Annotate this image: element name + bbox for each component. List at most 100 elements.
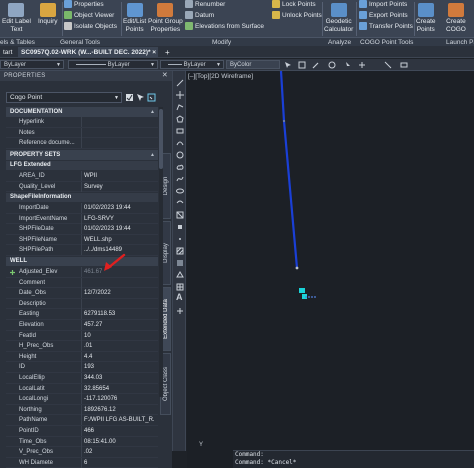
- line-tool-icon[interactable]: [176, 79, 184, 87]
- property-row[interactable]: ImportEventName LFG-SRVY: [6, 213, 158, 225]
- multiline-text-icon[interactable]: A: [176, 293, 184, 302]
- quick-select-icon[interactable]: [147, 93, 156, 102]
- object-type-dropdown[interactable]: Cogo Point ▼: [6, 92, 122, 103]
- property-value[interactable]: 466: [81, 426, 155, 436]
- property-row[interactable]: SHPFilePath ../../dms14489: [6, 245, 158, 256]
- property-value[interactable]: 6279118.53: [81, 309, 155, 320]
- properties-button[interactable]: Properties: [64, 0, 104, 8]
- property-value[interactable]: [81, 138, 155, 149]
- close-icon[interactable]: ✕: [162, 71, 168, 81]
- renumber-button[interactable]: Renumber: [185, 0, 225, 8]
- select-icon[interactable]: [384, 61, 392, 69]
- property-row[interactable]: FeatId 10: [6, 330, 158, 342]
- elevations-from-surface-button[interactable]: Elevations from Surface: [185, 22, 264, 30]
- edit-icon[interactable]: [312, 61, 320, 69]
- property-value[interactable]: ../../dms14489: [81, 245, 155, 256]
- property-value[interactable]: 4.4: [81, 351, 155, 362]
- property-row[interactable]: Notes: [6, 127, 158, 139]
- inquiry-button[interactable]: Inquiry: [38, 3, 58, 26]
- gradient-tool-icon[interactable]: [176, 259, 184, 267]
- property-row[interactable]: H_Prec_Obs .01: [6, 341, 158, 352]
- property-value[interactable]: 193: [81, 362, 155, 373]
- property-value[interactable]: 12/7/2022: [81, 288, 155, 299]
- property-row[interactable]: WH Diamete 6: [6, 457, 158, 468]
- geodetic-calculator-button[interactable]: Geodetic Calculator: [324, 3, 353, 34]
- export-points-button[interactable]: Export Points: [359, 11, 408, 19]
- property-row[interactable]: PathName F:/WPII LFG AS-BUILT_R...: [6, 415, 158, 426]
- circle-tool-icon[interactable]: [176, 151, 184, 159]
- palette-scrollbar[interactable]: [159, 107, 163, 397]
- revision-cloud-icon[interactable]: [176, 163, 184, 171]
- construction-line-icon[interactable]: [176, 91, 184, 99]
- new-tab-button[interactable]: +: [162, 47, 173, 58]
- property-value[interactable]: 08:15:41.00: [81, 436, 155, 447]
- property-row[interactable]: LocalLongi -117.120076: [6, 394, 158, 405]
- import-points-button[interactable]: Import Points: [359, 0, 407, 8]
- property-row[interactable]: Time_Obs 08:15:41.00: [6, 436, 158, 448]
- layer-icon[interactable]: [328, 61, 336, 69]
- property-value[interactable]: [81, 127, 155, 138]
- table-tool-icon[interactable]: [176, 283, 184, 291]
- palette-title-bar[interactable]: PROPERTIES ✕: [0, 71, 172, 81]
- ellipse-tool-icon[interactable]: [176, 187, 184, 195]
- insert-block-icon[interactable]: [176, 211, 184, 219]
- property-row[interactable]: Height 4.4: [6, 351, 158, 363]
- scrollbar-thumb[interactable]: [159, 109, 163, 169]
- command-line[interactable]: Command: Command: *Cancel*: [233, 450, 474, 468]
- property-row[interactable]: Descriptio: [6, 298, 158, 310]
- arc-tool-icon[interactable]: [176, 139, 184, 147]
- section-documentation[interactable]: DOCUMENTATION ▲: [6, 107, 158, 117]
- property-row[interactable]: Easting 6279118.53: [6, 309, 158, 320]
- property-row[interactable]: LocalLatit 32.85654: [6, 383, 158, 395]
- property-row[interactable]: Elevation 457.27: [6, 320, 158, 331]
- property-row[interactable]: SHPFileDate 01/02/2023 19:44: [6, 224, 158, 235]
- property-row[interactable]: Comment: [6, 277, 158, 289]
- unlock-points-button[interactable]: Unlock Points: [272, 11, 322, 19]
- polygon-tool-icon[interactable]: [176, 115, 184, 123]
- cursor-icon[interactable]: [284, 61, 292, 69]
- property-value[interactable]: 32.85654: [81, 383, 155, 394]
- property-value[interactable]: WELL.shp: [81, 234, 155, 245]
- well-polyline[interactable]: [279, 71, 299, 269]
- property-row[interactable]: LocalEllip 344.03: [6, 373, 158, 384]
- section-property-sets[interactable]: PROPERTY SETS ▲: [6, 150, 158, 160]
- property-value[interactable]: WPII: [81, 171, 155, 181]
- property-value[interactable]: .01: [81, 341, 155, 352]
- plot-style-dropdown[interactable]: ByColor: [226, 60, 280, 69]
- property-value[interactable]: [81, 298, 155, 309]
- property-value[interactable]: 461.67: [81, 267, 155, 277]
- property-value[interactable]: 344.03: [81, 373, 155, 383]
- property-value[interactable]: [81, 117, 155, 127]
- rectangle-tool-icon[interactable]: [176, 127, 184, 135]
- cogo-point-marker[interactable]: [299, 288, 305, 293]
- transfer-points-button[interactable]: Transfer Points: [359, 22, 413, 30]
- property-value[interactable]: 01/02/2023 19:44: [81, 224, 155, 235]
- tab-close-icon[interactable]: ×: [152, 47, 156, 58]
- pointer-icon[interactable]: [344, 61, 352, 69]
- lineweight-dropdown[interactable]: ByLayer ▼: [68, 60, 158, 69]
- property-row[interactable]: Northing 1892676.12: [6, 404, 158, 416]
- box-icon[interactable]: [400, 61, 408, 69]
- property-value[interactable]: Survey: [81, 181, 155, 192]
- property-value[interactable]: F:/WPII LFG AS-BUILT_R...: [81, 415, 155, 426]
- edit-label-text-button[interactable]: Edit Label Text: [2, 3, 31, 34]
- region-tool-icon[interactable]: [176, 271, 184, 279]
- create-points-button[interactable]: Create Points: [416, 3, 436, 34]
- drawing-canvas[interactable]: [–][Top][2D Wireframe] Y Command: Comman…: [187, 71, 474, 468]
- property-row[interactable]: Hyperlink: [6, 117, 158, 128]
- tab-start[interactable]: tart: [0, 47, 15, 58]
- property-row[interactable]: ID 193: [6, 362, 158, 373]
- select-objects-icon[interactable]: [136, 93, 145, 102]
- layer-dropdown[interactable]: ByLayer ▼: [160, 60, 224, 69]
- property-row[interactable]: ImportDate 01/02/2023 19:44: [6, 203, 158, 214]
- add-selected-icon[interactable]: [176, 307, 184, 315]
- make-block-icon[interactable]: [176, 223, 184, 231]
- lock-points-button[interactable]: Lock Points: [272, 0, 316, 8]
- point-tool-icon[interactable]: [176, 235, 184, 243]
- property-row[interactable]: Adjusted_Elev 461.67: [6, 267, 158, 278]
- property-row[interactable]: PointID 466: [6, 426, 158, 437]
- property-row[interactable]: SHPFileName WELL.shp: [6, 234, 158, 246]
- subsection-shapefile-information[interactable]: ShapeFileInformation: [6, 193, 158, 202]
- spline-tool-icon[interactable]: [176, 175, 184, 183]
- hatch-tool-icon[interactable]: [176, 247, 184, 255]
